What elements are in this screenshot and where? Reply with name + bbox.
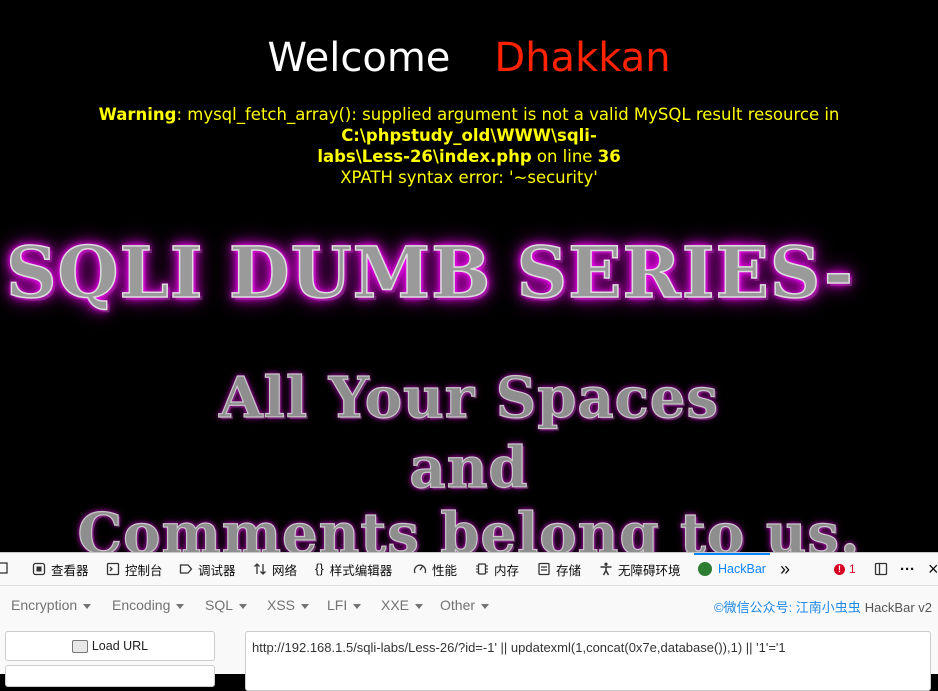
menu-xss[interactable]: XSS: [267, 597, 310, 613]
menu-sql[interactable]: SQL: [205, 597, 248, 613]
tab-label: 网络: [272, 563, 298, 578]
menu-label: XSS: [267, 597, 296, 613]
menu-other[interactable]: Other: [440, 597, 490, 613]
chevron-down-icon: [353, 603, 362, 609]
chevron-down-icon: [83, 603, 92, 609]
warning-online: on line: [531, 147, 598, 166]
tab-label: 调试器: [198, 563, 236, 578]
warning-path-1: C:\phpstudy_old\WWW\sqli-: [341, 126, 597, 145]
pick-element-icon[interactable]: [0, 553, 10, 585]
chevron-down-icon: [301, 603, 310, 609]
overflow-menu-icon[interactable]: ···: [900, 553, 915, 585]
warning-text: : mysql_fetch_array(): supplied argument…: [176, 105, 840, 124]
load-url-button[interactable]: Load URL: [5, 631, 215, 661]
tab-label: 样式编辑器: [329, 563, 393, 578]
error-count[interactable]: ! 1: [834, 553, 856, 585]
tab-memory[interactable]: 内存: [475, 553, 519, 585]
devtools-panel: 查看器 控制台 调试器 网络 {} 样式编辑器 性能 内存 存储 无障碍环境 H…: [0, 552, 938, 691]
tab-label: HackBar: [718, 562, 766, 576]
menu-label: XXE: [381, 597, 410, 613]
tab-hackbar[interactable]: HackBar: [694, 553, 770, 585]
slogan-line-3: Comments belong to us.: [77, 501, 861, 552]
more-tabs-icon[interactable]: »: [780, 553, 790, 585]
menu-label: LFI: [327, 597, 348, 613]
hackbar-menubar: Encryption Encoding SQL XSS LFI XXE Othe…: [0, 586, 938, 626]
chevron-down-icon: [481, 603, 490, 609]
load-url-icon: [71, 639, 88, 653]
warning-line: 36: [597, 147, 621, 166]
tab-console[interactable]: 控制台: [106, 553, 163, 585]
tab-label: 内存: [494, 563, 520, 578]
slogan-line-2: and: [409, 435, 529, 501]
accessibility-icon: [600, 562, 612, 576]
hackbar-brand: ©微信公众号: 江南小虫虫 HackBar v2: [714, 597, 932, 616]
tab-accessibility[interactable]: 无障碍环境: [599, 553, 681, 585]
inspector-icon: [32, 562, 46, 576]
tab-label: 性能: [432, 563, 458, 578]
menu-encoding[interactable]: Encoding: [112, 597, 185, 613]
tab-label: 控制台: [125, 563, 163, 578]
tab-label: 存储: [556, 563, 582, 578]
devtools-toolbar: 查看器 控制台 调试器 网络 {} 样式编辑器 性能 内存 存储 无障碍环境 H…: [0, 553, 938, 586]
menu-label: Encoding: [112, 597, 171, 613]
brand-label: ©微信公众号: 江南小虫虫: [713, 600, 861, 615]
menu-label: Other: [440, 597, 476, 613]
console-icon: [106, 562, 120, 576]
active-tab-indicator: [694, 553, 770, 555]
tab-storage[interactable]: 存储: [537, 553, 581, 585]
memory-icon: [476, 563, 488, 575]
dock-icon[interactable]: [874, 553, 888, 585]
tab-inspector[interactable]: 查看器: [32, 553, 89, 585]
error-icon: !: [834, 563, 845, 575]
menu-xxe[interactable]: XXE: [381, 597, 424, 613]
tab-performance[interactable]: 性能: [413, 553, 457, 585]
network-icon: [254, 563, 266, 575]
tab-label: 查看器: [51, 563, 89, 578]
chevron-down-icon: [176, 603, 185, 609]
web-page: Welcome Dhakkan Warning: mysql_fetch_arra…: [0, 0, 938, 552]
menu-encryption[interactable]: Encryption: [11, 597, 92, 613]
load-url-label: Load URL: [91, 639, 149, 653]
url-input[interactable]: http://192.168.1.5/sqli-labs/Less-26/?id…: [245, 631, 931, 691]
style-editor-icon: {}: [315, 561, 324, 576]
welcome-text: Welcome: [267, 35, 451, 81]
close-icon[interactable]: ×: [928, 553, 938, 585]
menu-lfi[interactable]: LFI: [327, 597, 362, 613]
debugger-icon: [179, 564, 193, 574]
error-count-label: 1: [849, 562, 856, 576]
menu-label: SQL: [205, 597, 234, 613]
php-warning: Warning: mysql_fetch_array(): supplied a…: [0, 104, 938, 188]
warning-path-2: labs\Less-26\index.php: [317, 147, 532, 166]
hackbar-icon: [698, 562, 712, 576]
split-url-button[interactable]: [5, 665, 215, 687]
chevron-down-icon: [239, 603, 248, 609]
tab-network[interactable]: 网络: [253, 553, 297, 585]
performance-icon: [413, 564, 427, 574]
tab-debugger[interactable]: 调试器: [179, 553, 236, 585]
tab-label: 无障碍环境: [618, 563, 681, 578]
slogan-line-1: All Your Spaces: [218, 365, 719, 431]
storage-icon: [538, 562, 550, 576]
tab-style-editor[interactable]: {} 样式编辑器: [315, 553, 392, 585]
hackbar-version: HackBar v2: [864, 600, 932, 615]
menu-label: Encryption: [11, 597, 78, 613]
xpath-error: XPATH syntax error: '~security': [340, 168, 598, 187]
welcome-heading: Welcome Dhakkan: [0, 34, 938, 82]
user-name: Dhakkan: [494, 35, 671, 81]
warning-label: Warning: [98, 105, 177, 124]
chevron-down-icon: [415, 603, 424, 609]
title-banner: SQLI DUMB SERIES-: [5, 231, 854, 315]
